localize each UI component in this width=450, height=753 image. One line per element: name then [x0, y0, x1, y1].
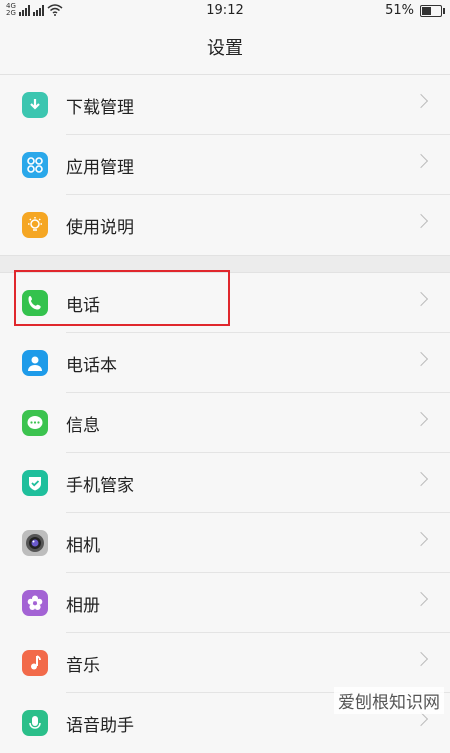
settings-item-label: 应用管理: [66, 157, 134, 178]
settings-item-contacts[interactable]: 电话本: [0, 333, 450, 393]
chevron-right-icon: [413, 711, 429, 727]
settings-item-message[interactable]: 信息: [0, 393, 450, 453]
music-icon: [22, 650, 48, 676]
chevron-right-icon: [413, 93, 429, 109]
apps-icon: [22, 152, 48, 178]
settings-item-lightbulb[interactable]: 使用说明: [0, 195, 450, 255]
settings-item-label: 电话本: [66, 355, 117, 376]
battery-icon: [420, 4, 445, 17]
settings-item-label: 相机: [66, 535, 100, 556]
flower-icon: [22, 590, 48, 616]
chevron-right-icon: [413, 351, 429, 367]
battery-group: 51%: [385, 3, 445, 18]
shield-icon: [22, 470, 48, 496]
status-time: 19:12: [206, 3, 244, 18]
settings-item-label: 相册: [66, 595, 100, 616]
lightbulb-icon: [22, 212, 48, 238]
settings-item-camera[interactable]: 相机: [0, 513, 450, 573]
chevron-right-icon: [413, 651, 429, 667]
battery-percent: 51%: [385, 3, 414, 18]
contacts-icon: [22, 350, 48, 376]
page-title: 设置: [0, 24, 450, 75]
status-bar: 4G 2G 19:12 51%: [0, 0, 450, 24]
phone-icon: [22, 290, 48, 316]
chevron-right-icon: [413, 471, 429, 487]
settings-group: 下载管理应用管理使用说明: [0, 75, 450, 255]
settings-item-phone[interactable]: 电话: [0, 273, 450, 333]
settings-item-label: 信息: [66, 415, 100, 436]
watermark: 爱刨根知识网: [334, 687, 444, 714]
chevron-right-icon: [413, 153, 429, 169]
settings-item-label: 音乐: [66, 655, 100, 676]
settings-item-label: 电话: [66, 295, 100, 316]
chevron-right-icon: [413, 291, 429, 307]
chevron-right-icon: [413, 591, 429, 607]
group-separator: [0, 255, 450, 273]
download-icon: [22, 92, 48, 118]
message-icon: [22, 410, 48, 436]
settings-item-label: 手机管家: [66, 475, 134, 496]
settings-list: 下载管理应用管理使用说明电话电话本信息手机管家相机相册音乐语音助手: [0, 75, 450, 753]
battery-level: [422, 6, 431, 15]
microphone-icon: [22, 710, 48, 736]
settings-item-label: 使用说明: [66, 217, 134, 238]
settings-item-apps[interactable]: 应用管理: [0, 135, 450, 195]
camera-icon: [22, 530, 48, 556]
settings-item-download[interactable]: 下载管理: [0, 75, 450, 135]
chevron-right-icon: [413, 531, 429, 547]
chevron-right-icon: [413, 213, 429, 229]
settings-item-label: 下载管理: [66, 97, 134, 118]
settings-item-flower[interactable]: 相册: [0, 573, 450, 633]
settings-item-shield[interactable]: 手机管家: [0, 453, 450, 513]
settings-item-music[interactable]: 音乐: [0, 633, 450, 693]
chevron-right-icon: [413, 411, 429, 427]
settings-group: 电话电话本信息手机管家相机相册音乐语音助手: [0, 273, 450, 753]
settings-item-label: 语音助手: [66, 715, 134, 736]
